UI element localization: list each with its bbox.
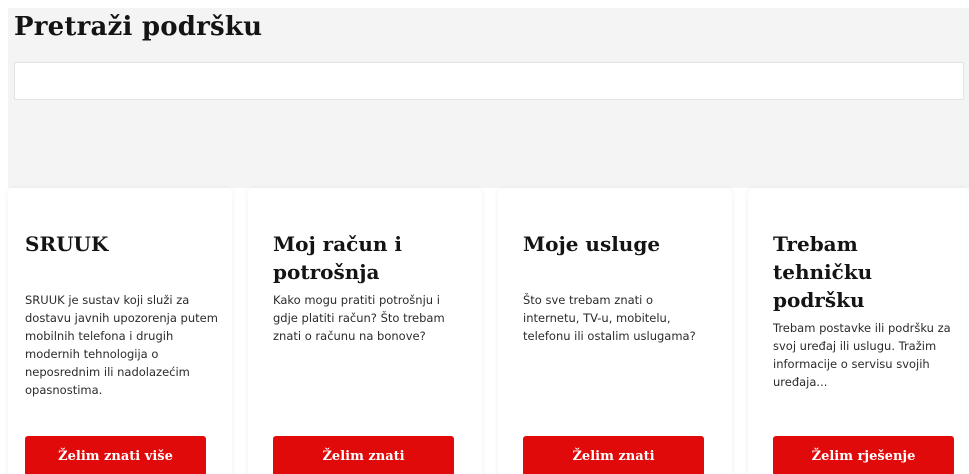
card-title: Trebam tehničku podršku xyxy=(773,232,873,312)
card-description: Što sve trebam znati o internetu, TV-u, … xyxy=(523,293,696,343)
card-title: SRUUK xyxy=(25,232,109,256)
card-title: Moj račun i potrošnja xyxy=(273,232,402,284)
support-page: Pretraži podršku SRUUK SRUUK je sustav k… xyxy=(0,0,969,474)
card-description: SRUUK je sustav koji služi za dostavu ja… xyxy=(25,293,218,397)
card-description: Kako mogu pratiti potrošnju i gdje plati… xyxy=(273,293,445,343)
learn-button[interactable]: Želim znati xyxy=(523,436,704,474)
search-input[interactable] xyxy=(14,62,964,100)
card-tech-support: Trebam tehničku podršku Trebam postavke … xyxy=(748,188,969,474)
card-description: Trebam postavke ili podršku za svoj uređ… xyxy=(773,321,951,389)
get-solution-button[interactable]: Želim rješenje xyxy=(773,436,954,474)
page-title: Pretraži podršku xyxy=(14,12,263,42)
card-title: Moje usluge xyxy=(523,232,661,256)
card-sruuk: SRUUK SRUUK je sustav koji služi za dost… xyxy=(8,188,232,474)
card-my-services: Moje usluge Što sve trebam znati o inter… xyxy=(498,188,732,474)
card-bill-usage: Moj račun i potrošnja Kako mogu pratiti … xyxy=(248,188,482,474)
learn-more-button[interactable]: Želim znati više xyxy=(25,436,206,474)
learn-button[interactable]: Želim znati xyxy=(273,436,454,474)
